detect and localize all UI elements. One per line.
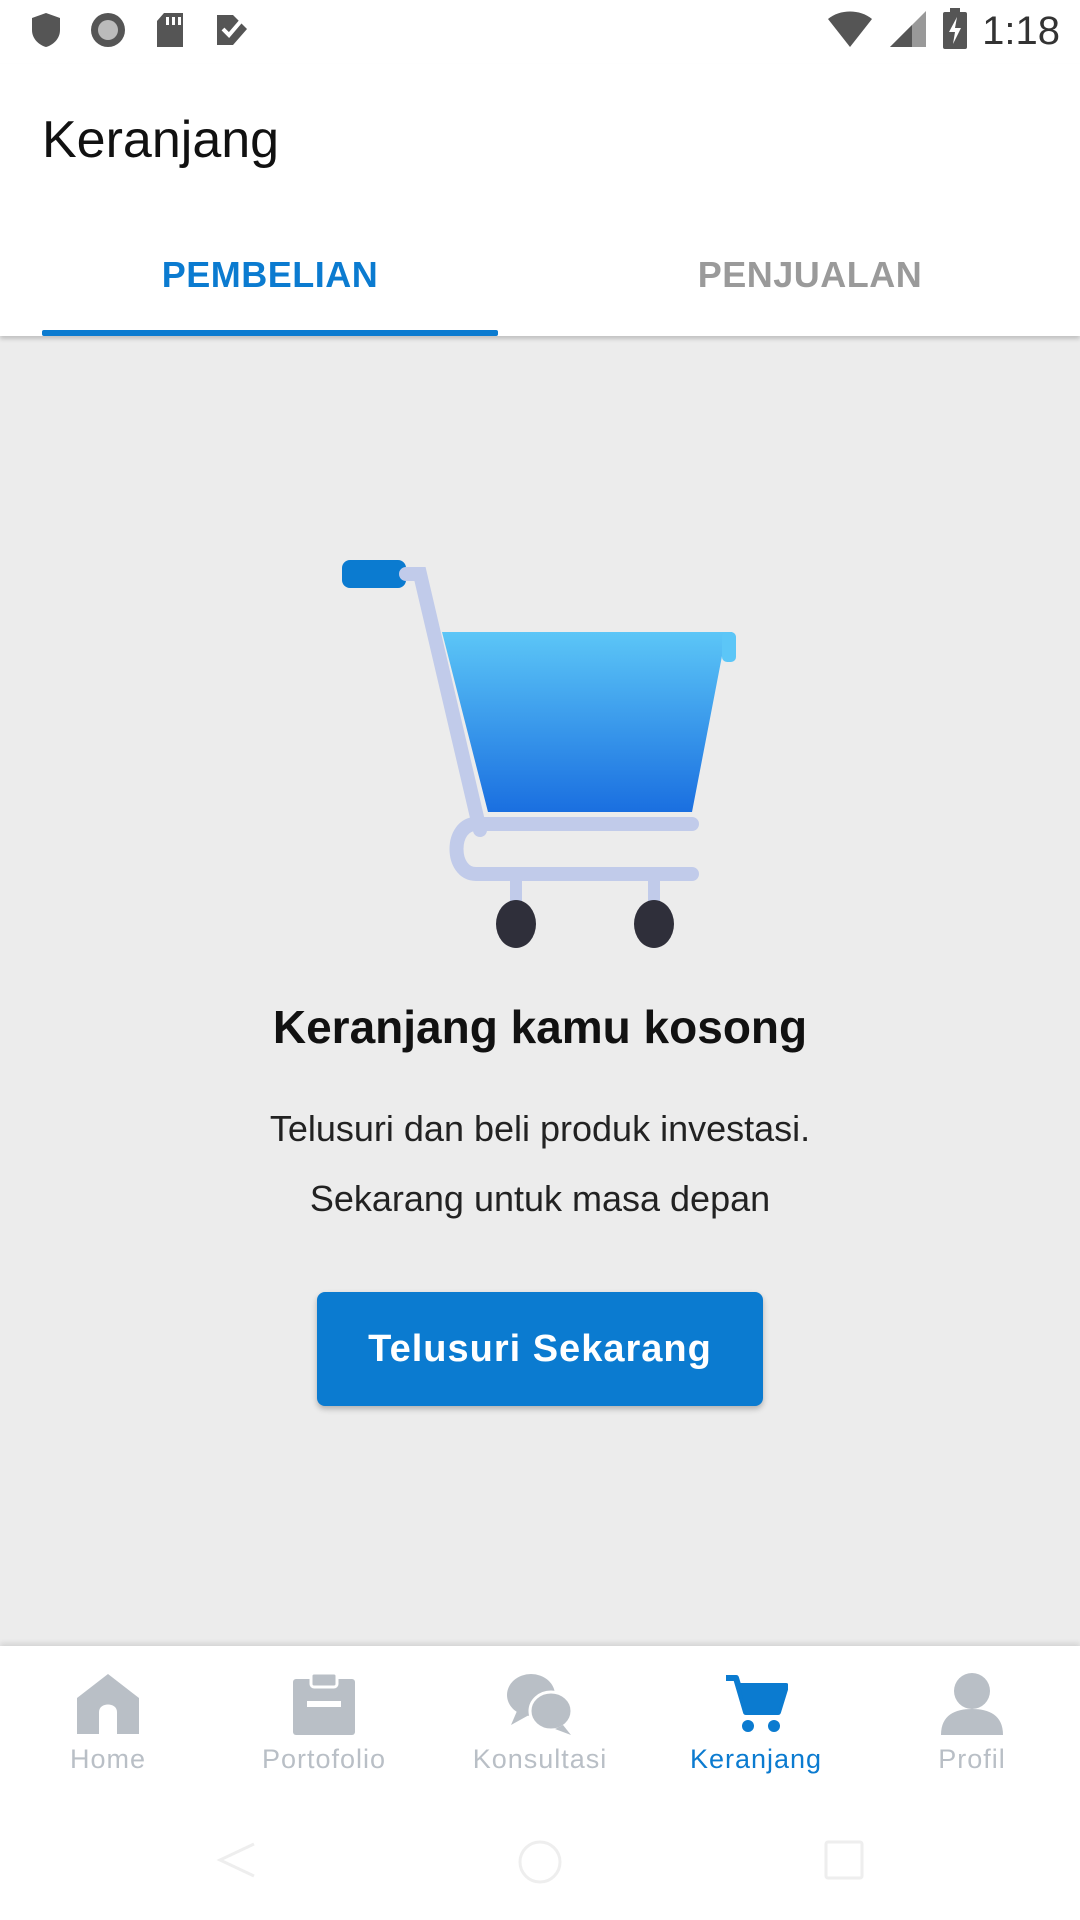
nav-label-konsultasi: Konsultasi <box>472 1744 608 1774</box>
recents-icon[interactable] <box>822 1838 866 1887</box>
chat-icon <box>432 1666 648 1742</box>
home-button-icon[interactable] <box>516 1838 564 1891</box>
nav-item-konsultasi[interactable]: Konsultasi <box>432 1666 648 1775</box>
clipboard-icon <box>216 1666 432 1742</box>
nav-label-portofolio: Portofolio <box>261 1744 387 1774</box>
shield-icon <box>26 10 66 50</box>
person-icon <box>864 1666 1080 1742</box>
signal-icon <box>888 9 928 54</box>
status-bar: 1:18 <box>0 0 1080 64</box>
empty-state-title: Keranjang kamu kosong <box>272 1001 808 1053</box>
tab-indicator <box>42 330 498 336</box>
empty-state-description: Telusuri dan beli produk investasi. <box>269 1108 811 1149</box>
shopping-cart-icon <box>330 540 750 960</box>
system-navigation <box>0 1830 1080 1890</box>
app-bar: Keranjang PEMBELIAN PENJUALAN <box>0 64 1080 336</box>
back-icon[interactable] <box>214 1838 258 1887</box>
wifi-icon <box>826 9 874 54</box>
tab-penjualan[interactable]: PENJUALAN <box>582 254 1038 296</box>
status-left-icons <box>26 10 252 50</box>
nav-item-keranjang[interactable]: Keranjang <box>648 1666 864 1775</box>
nav-label-keranjang: Keranjang <box>689 1744 823 1774</box>
home-icon <box>0 1666 216 1742</box>
status-time: 1:18 <box>982 9 1060 53</box>
circle-icon <box>88 10 128 50</box>
nav-item-home[interactable]: Home <box>0 1666 216 1775</box>
nav-label-home: Home <box>69 1744 147 1774</box>
nav-item-portofolio[interactable]: Portofolio <box>216 1666 432 1775</box>
check-tag-icon <box>212 10 252 50</box>
tab-pembelian[interactable]: PEMBELIAN <box>42 254 498 296</box>
empty-state-subdescription: Sekarang untuk masa depan <box>309 1178 771 1219</box>
nav-item-profil[interactable]: Profil <box>864 1666 1080 1775</box>
sd-card-icon <box>150 10 190 50</box>
cart-icon <box>648 1666 864 1742</box>
status-right: 1:18 <box>826 8 1060 55</box>
nav-label-profil: Profil <box>938 1744 1006 1774</box>
battery-charging-icon <box>942 8 968 55</box>
page-title: Keranjang <box>42 111 280 169</box>
telusuri-sekarang-button[interactable]: Telusuri Sekarang <box>317 1292 763 1406</box>
